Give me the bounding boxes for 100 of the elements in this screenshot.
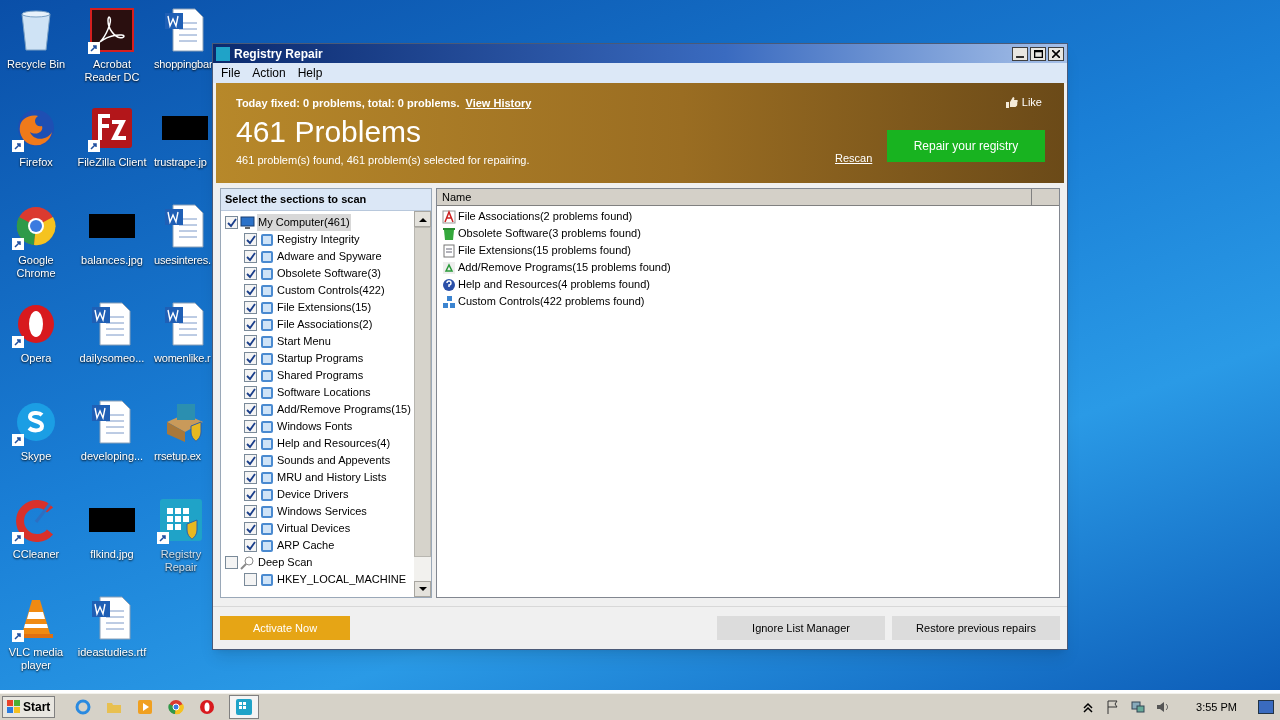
tree-checkbox[interactable] [244, 352, 257, 365]
result-item[interactable]: Obsolete Software(3 problems found) [458, 225, 641, 242]
section-icon [259, 385, 274, 400]
tree-item[interactable]: Windows Services [276, 503, 368, 520]
icon-label[interactable]: Acrobat Reader DC [77, 58, 147, 84]
close-button[interactable] [1048, 46, 1064, 61]
scroll-up-button[interactable] [414, 211, 431, 227]
tree-item[interactable]: My Computer(461) [257, 214, 351, 231]
minimize-icon [1016, 55, 1024, 58]
word-document-icon[interactable] [163, 6, 207, 54]
icon-label[interactable]: shoppingbar [154, 58, 216, 71]
menu-item[interactable]: File [221, 64, 241, 82]
tree-item[interactable]: Startup Programs [276, 350, 365, 367]
tree-checkbox[interactable] [244, 267, 257, 280]
tree-item[interactable]: Software Locations [276, 384, 372, 401]
tree-item[interactable]: Adware and Spyware [276, 248, 383, 265]
tree-checkbox[interactable] [225, 556, 238, 569]
clock[interactable]: 3:55 PM [1196, 698, 1237, 716]
icon-label[interactable]: developing... [77, 450, 147, 463]
tree-item[interactable]: Add/Remove Programs(15) [276, 401, 412, 418]
icon-label[interactable]: Recycle Bin [1, 58, 71, 71]
registry-repair-icon[interactable] [159, 496, 203, 544]
icon-label[interactable]: Google Chrome [1, 254, 71, 280]
tree-item[interactable]: Custom Controls(422) [276, 282, 386, 299]
tree-checkbox[interactable] [244, 454, 257, 467]
word-document-icon[interactable] [163, 300, 207, 348]
tree-checkbox[interactable] [244, 284, 257, 297]
maximize-button[interactable] [1030, 46, 1046, 61]
tree-item[interactable]: HKEY_LOCAL_MACHINE [276, 571, 407, 588]
result-item[interactable]: Custom Controls(422 problems found) [458, 293, 645, 310]
icon-label[interactable]: dailysomeo... [77, 352, 147, 365]
icon-label[interactable]: FileZilla Client [77, 156, 147, 169]
word-document-icon[interactable] [163, 202, 207, 250]
rescan-link[interactable]: Rescan [835, 150, 873, 167]
icon-label[interactable]: VLC media player [1, 646, 71, 672]
tree-item[interactable]: Help and Resources(4) [276, 435, 392, 452]
icon-label[interactable]: flkind.jpg [77, 548, 147, 561]
tree-item[interactable]: Shared Programs [276, 367, 365, 384]
tree-checkbox[interactable] [244, 386, 257, 399]
word-document-icon[interactable] [90, 300, 134, 348]
menu-item[interactable]: Help [297, 64, 323, 82]
section-icon [259, 402, 274, 417]
ignore-list-button[interactable]: Ignore List Manager [717, 616, 885, 640]
icon-label[interactable]: Opera [1, 352, 71, 365]
scroll-down-button[interactable] [414, 581, 431, 597]
tree-checkbox[interactable] [244, 505, 257, 518]
result-item[interactable]: File Extensions(15 problems found) [458, 242, 632, 259]
tree-checkbox[interactable] [244, 335, 257, 348]
result-item[interactable]: Add/Remove Programs(15 problems found) [458, 259, 671, 276]
icon-label[interactable]: Skype [1, 450, 71, 463]
result-item[interactable]: Help and Resources(4 problems found) [458, 276, 650, 293]
tree-item[interactable]: Device Drivers [276, 486, 350, 503]
icon-label[interactable]: Firefox [1, 156, 71, 169]
word-document-icon[interactable] [90, 594, 134, 642]
tree-checkbox[interactable] [244, 437, 257, 450]
icon-label[interactable]: usesinteres. [154, 254, 216, 267]
view-history-link[interactable]: View History [465, 95, 532, 112]
network-icon[interactable] [1130, 699, 1147, 715]
tree-checkbox[interactable] [225, 216, 238, 229]
tree-checkbox[interactable] [244, 420, 257, 433]
minimize-button[interactable] [1012, 46, 1028, 61]
like-button[interactable]: Like [1004, 94, 1042, 111]
windows-logo-icon [7, 700, 21, 714]
tree-item[interactable]: ARP Cache [276, 537, 336, 554]
tree-item[interactable]: Start Menu [276, 333, 332, 350]
tree-checkbox[interactable] [244, 573, 257, 586]
tree-item[interactable]: Obsolete Software(3) [276, 265, 382, 282]
restore-repairs-button[interactable]: Restore previous repairs [892, 616, 1060, 640]
tree-item[interactable]: Sounds and Appevents [276, 452, 392, 469]
word-document-icon[interactable] [90, 398, 134, 446]
tree-item[interactable]: MRU and History Lists [276, 469, 388, 486]
tree-checkbox[interactable] [244, 488, 257, 501]
start-button[interactable]: Start [2, 696, 56, 718]
icon-label[interactable]: CCleaner [1, 548, 71, 561]
acrobat-icon[interactable] [90, 6, 134, 54]
taskbar-app-button[interactable] [229, 695, 260, 719]
tree-checkbox[interactable] [244, 539, 257, 552]
tree-item[interactable]: Virtual Devices [276, 520, 352, 537]
opera-icon[interactable] [199, 699, 216, 715]
tree-checkbox[interactable] [244, 369, 257, 382]
icon-label[interactable]: rrsetup.ex [154, 450, 216, 463]
menu-item[interactable]: Action [252, 64, 286, 82]
show-desktop-button[interactable] [1258, 700, 1274, 714]
result-item[interactable]: File Associations(2 problems found) [458, 208, 633, 225]
chrome-icon[interactable] [168, 699, 185, 715]
tree-item[interactable]: File Extensions(15) [276, 299, 373, 316]
tree-checkbox[interactable] [244, 301, 257, 314]
tree-checkbox[interactable] [244, 233, 257, 246]
icon-label[interactable]: trustrape.jp [154, 156, 216, 169]
tree-item[interactable]: Registry Integrity [276, 231, 361, 248]
tree-checkbox[interactable] [244, 318, 257, 331]
tree-checkbox[interactable] [244, 403, 257, 416]
icon-label[interactable]: balances.jpg [77, 254, 147, 267]
tree-checkbox[interactable] [244, 471, 257, 484]
tree-item[interactable]: Windows Fonts [276, 418, 354, 435]
tree-item[interactable]: Deep Scan [257, 554, 314, 571]
tree-item[interactable]: File Associations(2) [276, 316, 374, 333]
tree-checkbox[interactable] [244, 522, 257, 535]
tree-checkbox[interactable] [244, 250, 257, 263]
icon-label[interactable]: womenlike.r [154, 352, 216, 365]
